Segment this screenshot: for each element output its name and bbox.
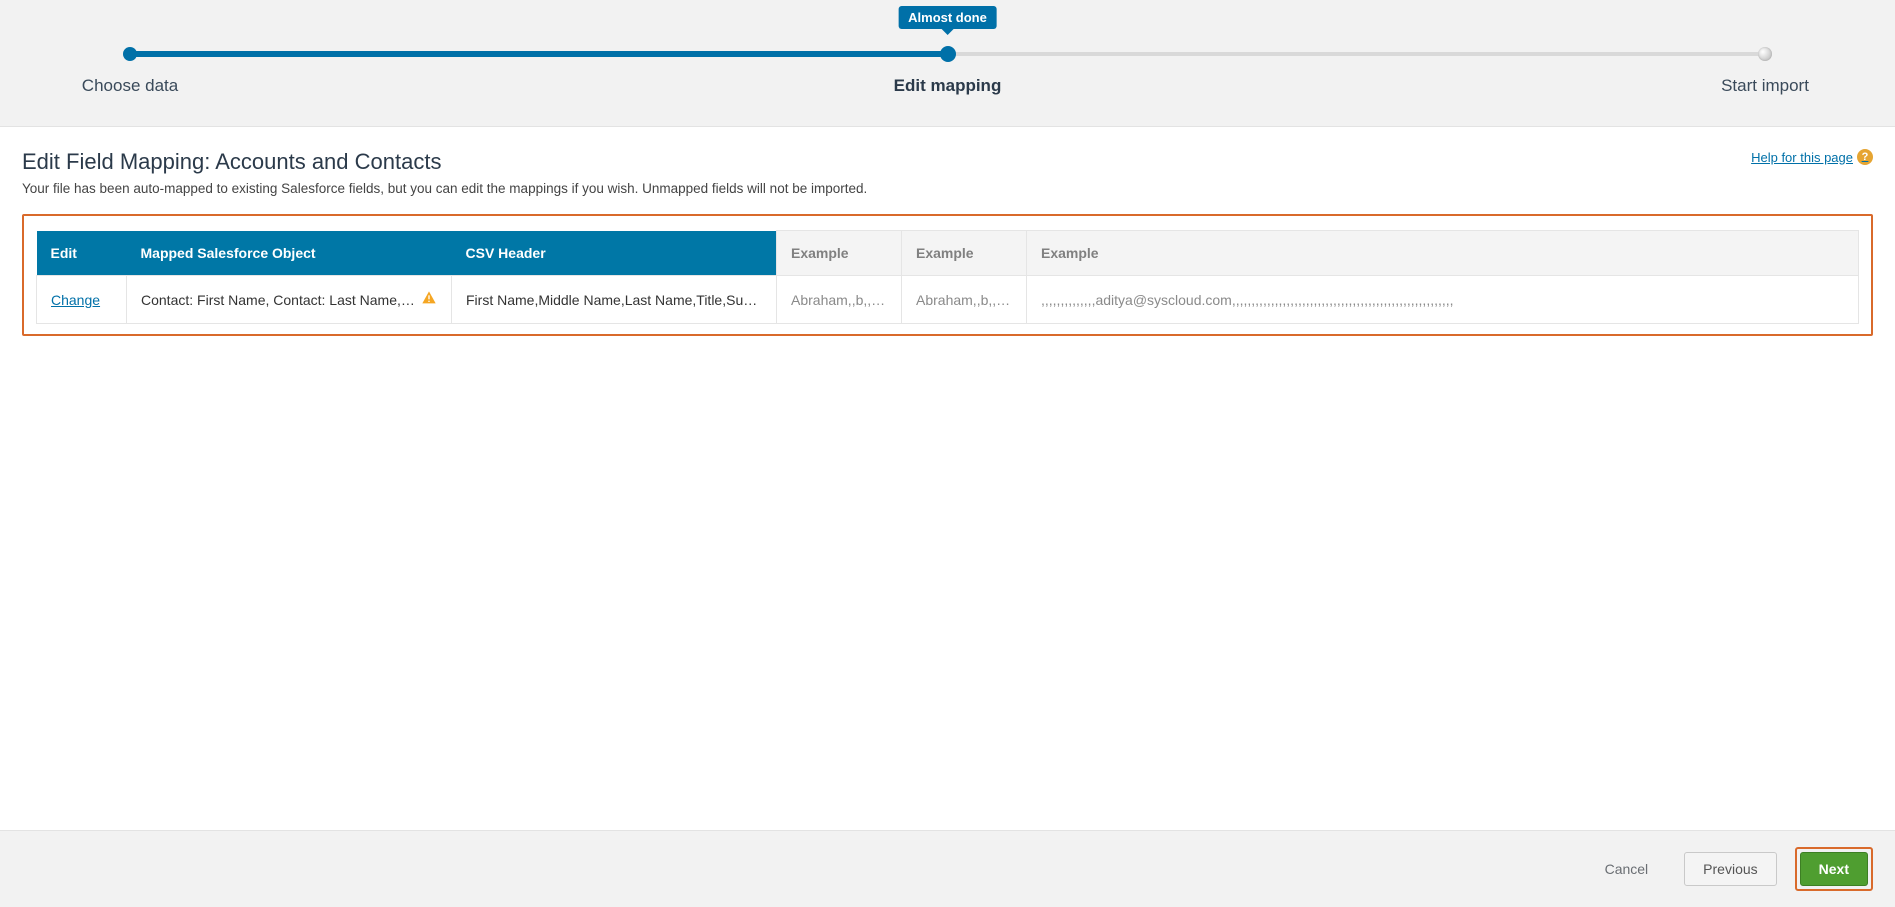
cell-example-1: Abraham,,b,,,,,,,,,,,	[777, 276, 902, 324]
cell-example-2: Abraham,,b,,,,,,,,,,,	[902, 276, 1027, 324]
mapped-object-text: Contact: First Name, Contact: Last Name,…	[141, 292, 415, 308]
col-header-mapped: Mapped Salesforce Object	[127, 231, 452, 276]
next-button-highlight: Next	[1795, 847, 1873, 891]
main-content: Edit Field Mapping: Accounts and Contact…	[0, 127, 1895, 336]
warning-icon	[421, 290, 437, 309]
change-link[interactable]: Change	[51, 292, 100, 308]
next-button[interactable]: Next	[1800, 852, 1868, 886]
wizard-step-label-2: Edit mapping	[894, 76, 1002, 96]
page-title: Edit Field Mapping: Accounts and Contact…	[22, 149, 867, 175]
col-header-csv: CSV Header	[452, 231, 777, 276]
cancel-button[interactable]: Cancel	[1587, 853, 1667, 885]
wizard-step-label-1: Choose data	[82, 76, 178, 96]
col-header-example-2: Example	[902, 231, 1027, 276]
wizard-track-fill	[130, 51, 948, 57]
page-head-row: Edit Field Mapping: Accounts and Contact…	[22, 149, 1873, 196]
help-link-text: Help for this page	[1751, 150, 1853, 165]
csv-header-text: First Name,Middle Name,Last Name,Title,S…	[466, 292, 757, 308]
wizard-step-label-3: Start import	[1721, 76, 1809, 96]
page-head-left: Edit Field Mapping: Accounts and Contact…	[22, 149, 867, 196]
cell-edit: Change	[37, 276, 127, 324]
cell-mapped: Contact: First Name, Contact: Last Name,…	[127, 276, 452, 324]
help-link[interactable]: Help for this page ?	[1751, 149, 1873, 165]
wizard-step-dot-3	[1758, 47, 1772, 61]
page-subtitle: Your file has been auto-mapped to existi…	[22, 181, 867, 196]
cell-csv-header: First Name,Middle Name,Last Name,Title,S…	[452, 276, 777, 324]
col-header-edit: Edit	[37, 231, 127, 276]
mapping-table-header-row: Edit Mapped Salesforce Object CSV Header…	[37, 231, 1859, 276]
mapping-table-highlight: Edit Mapped Salesforce Object CSV Header…	[22, 214, 1873, 336]
help-icon: ?	[1857, 149, 1873, 165]
wizard-tooltip: Almost done	[898, 6, 997, 29]
wizard-step-dot-2	[940, 46, 956, 62]
mapping-table: Edit Mapped Salesforce Object CSV Header…	[36, 230, 1859, 324]
cell-example-3: ,,,,,,,,,,,,,,aditya@syscloud.com,,,,,,,…	[1027, 276, 1859, 324]
wizard-step-dot-1	[123, 47, 137, 61]
mapping-table-row: Change Contact: First Name, Contact: Las…	[37, 276, 1859, 324]
wizard-tooltip-text: Almost done	[908, 10, 987, 25]
col-header-example-1: Example	[777, 231, 902, 276]
footer-bar: Cancel Previous Next	[0, 830, 1895, 907]
previous-button[interactable]: Previous	[1684, 852, 1776, 886]
wizard-track	[130, 48, 1765, 60]
col-header-example-3: Example	[1027, 231, 1859, 276]
wizard-labels: Choose data Edit mapping Start import	[130, 76, 1765, 98]
wizard-header: Almost done Choose data Edit mapping Sta…	[0, 0, 1895, 127]
